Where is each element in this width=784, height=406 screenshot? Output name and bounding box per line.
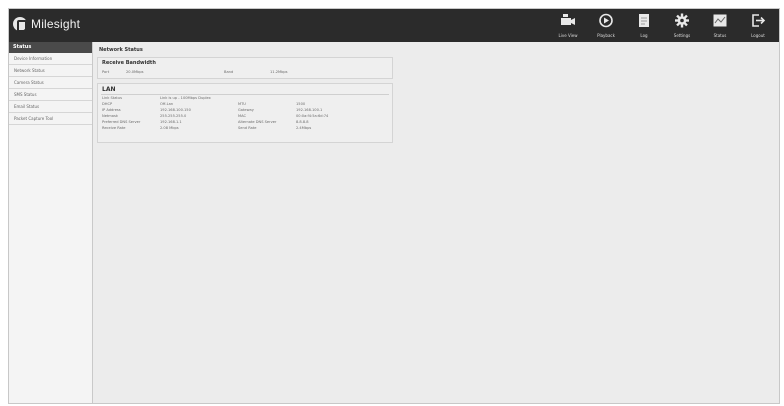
main-content: Network Status Receive Bandwidth Port 20… (97, 45, 777, 401)
camera-icon (559, 12, 577, 29)
nav-label: Log (640, 33, 648, 38)
field-value: 11.2Mbps (270, 70, 288, 74)
sidebar-item-camera-status[interactable]: Camera Status (9, 77, 92, 89)
playback-icon (597, 12, 615, 29)
field-label: Port (102, 70, 110, 74)
field-value: 2.4Mbps (296, 126, 312, 130)
sidebar-item-email-status[interactable]: Email Status (9, 101, 92, 113)
nav-log[interactable]: Log (625, 9, 663, 42)
lan-row: Receive Rate 2.08 Mbps Send Rate 2.4Mbps (98, 125, 392, 131)
top-nav: Live View Playback Log Settings Status L… (549, 9, 777, 42)
bandwidth-panel: Receive Bandwidth Port 20.0Mbps Band 11.… (97, 57, 393, 79)
bandwidth-row: Port 20.0Mbps Band 11.2Mbps (98, 69, 392, 75)
log-icon (635, 12, 653, 29)
nav-logout[interactable]: Logout (739, 9, 777, 42)
nav-label: Live View (558, 33, 578, 38)
logo-text: Milesight (31, 17, 81, 31)
nav-label: Logout (751, 33, 765, 38)
gear-icon (673, 12, 691, 29)
field-value: 20.0Mbps (126, 70, 144, 74)
field-label: Band (224, 70, 234, 74)
logo-icon (13, 17, 27, 32)
sidebar-item-packet-capture-tool[interactable]: Packet Capture Tool (9, 113, 92, 125)
nav-label: Status (713, 33, 727, 38)
app-window: Milesight Live View Playback Log Setting… (8, 8, 780, 404)
nav-settings[interactable]: Settings (663, 9, 701, 42)
logout-icon (749, 12, 767, 29)
nav-label: Settings (673, 33, 691, 38)
sidebar-header-status[interactable]: Status (9, 42, 92, 53)
field-label: Send Rate (238, 126, 257, 130)
nav-label: Playback (597, 33, 615, 38)
sidebar-item-network-status[interactable]: Network Status (9, 65, 92, 77)
lan-panel-title: LAN (102, 86, 116, 93)
sidebar: Status Device Information Network Status… (9, 42, 93, 403)
top-bar: Milesight Live View Playback Log Setting… (9, 9, 779, 42)
lan-panel: LAN Link Status Link is up - 100Mbps Dup… (97, 83, 393, 143)
field-label: Receive Rate (102, 126, 126, 130)
page-title: Network Status (99, 47, 143, 53)
nav-live-view[interactable]: Live View (549, 9, 587, 42)
nav-status[interactable]: Status (701, 9, 739, 42)
field-value: 2.08 Mbps (160, 126, 179, 130)
nav-playback[interactable]: Playback (587, 9, 625, 42)
sidebar-item-sms-status[interactable]: SMS Status (9, 89, 92, 101)
sidebar-item-device-information[interactable]: Device Information (9, 53, 92, 65)
brand-logo[interactable]: Milesight (13, 17, 81, 32)
status-icon (711, 12, 729, 29)
bandwidth-panel-title: Receive Bandwidth (102, 60, 156, 66)
